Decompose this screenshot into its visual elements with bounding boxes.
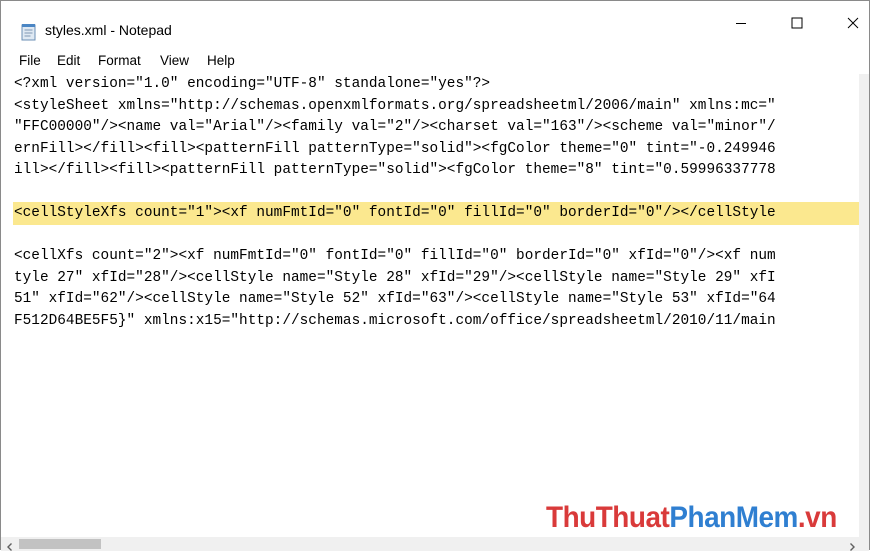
horizontal-scrollbar[interactable]	[1, 537, 869, 551]
watermark-logo: ThuThuatPhanMem.vn	[546, 501, 837, 535]
watermark-part-1: ThuThuat	[546, 501, 670, 534]
menu-help[interactable]: Help	[207, 53, 235, 68]
menu-edit[interactable]: Edit	[57, 53, 80, 68]
notepad-window: styles.xml - Notepad File Edit Format Vi…	[0, 0, 870, 551]
maximize-button[interactable]	[771, 1, 823, 45]
minimize-button[interactable]	[715, 1, 767, 45]
code-line: tyle 27" xfId="28"/><cellStyle name="Sty…	[14, 269, 776, 286]
code-line: "FFC00000"/><name val="Arial"/><family v…	[14, 119, 776, 135]
window-title: styles.xml - Notepad	[45, 22, 172, 38]
close-icon	[847, 17, 859, 29]
scroll-left-icon[interactable]	[5, 539, 15, 551]
code-line: F512D64BE5F5}" xmlns:x15="http://schemas…	[14, 312, 776, 329]
vertical-scrollbar[interactable]	[859, 74, 869, 537]
close-button[interactable]	[827, 1, 870, 45]
menu-view[interactable]: View	[160, 53, 189, 68]
text-editor[interactable]: <?xml version="1.0" encoding="UTF-8" sta…	[13, 74, 859, 537]
code-line: <styleSheet xmlns="http://schemas.openxm…	[14, 97, 776, 114]
watermark-part-3: .vn	[797, 501, 837, 534]
menu-file[interactable]: File	[19, 53, 41, 68]
notepad-icon	[21, 23, 37, 41]
code-line: <cellXfs count="2"><xf numFmtId="0" font…	[14, 248, 776, 264]
code-line: ernFill></fill><fill><patternFill patter…	[14, 140, 776, 157]
watermark-part-2: PhanMem	[669, 501, 798, 534]
code-line: <cellStyleXfs count="1"><xf numFmtId="0"…	[14, 205, 776, 221]
code-line: <?xml version="1.0" encoding="UTF-8" sta…	[14, 76, 491, 92]
menu-bar: File Edit Format View Help	[1, 47, 869, 73]
maximize-icon	[791, 17, 803, 29]
code-line: ill></fill><fill><patternFill patternTyp…	[14, 162, 776, 178]
scroll-right-icon[interactable]	[847, 539, 857, 551]
menu-format[interactable]: Format	[98, 53, 141, 68]
title-bar[interactable]: styles.xml - Notepad	[1, 1, 869, 45]
scrollbar-thumb[interactable]	[19, 539, 101, 549]
minimize-icon	[735, 17, 747, 29]
code-line: 51" xfId="62"/><cellStyle name="Style 52…	[14, 291, 776, 307]
